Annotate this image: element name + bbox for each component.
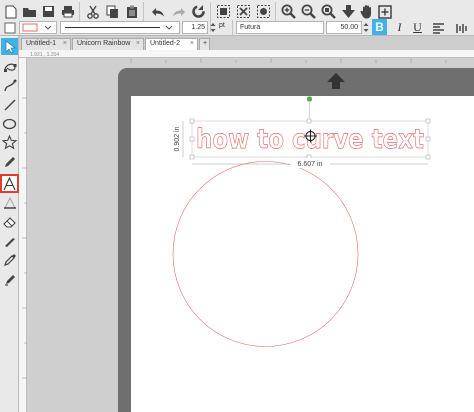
width-label: 6.607 in [298,161,323,168]
silhouette-studio-window: 1.25 pt Futura 50.00 B I U Untitled-1 × … [0,0,474,412]
height-label: 0.902 in [174,126,181,151]
design-canvas[interactable]: how to curve text 0.902 in 6.607 in [0,0,474,412]
height-dimension: 0.902 in [174,121,184,157]
circle-shape[interactable] [172,161,359,347]
width-dimension: 6.607 in [192,158,428,168]
rotate-handle[interactable] [306,96,313,102]
